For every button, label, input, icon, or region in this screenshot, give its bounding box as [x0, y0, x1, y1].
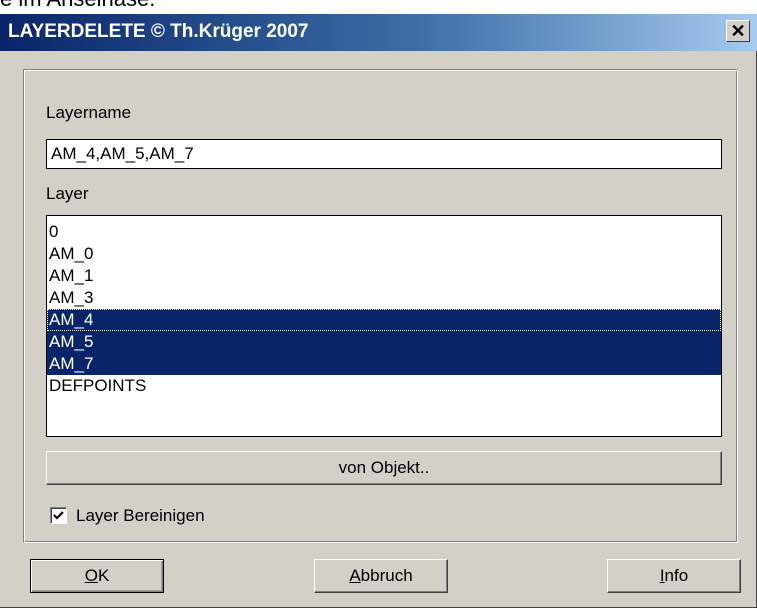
purge-layer-checkbox[interactable]	[50, 507, 67, 524]
title-bar[interactable]: LAYERDELETE © Th.Krüger 2007 ✕	[0, 14, 757, 51]
ok-button[interactable]: OK	[30, 559, 164, 593]
checkmark-icon	[53, 511, 64, 520]
close-icon: ✕	[730, 21, 746, 41]
layername-label: Layername	[46, 103, 132, 122]
from-object-button-label: von Objekt..	[338, 458, 430, 477]
layer-list-item[interactable]: DEFPOINTS	[47, 375, 721, 397]
layer-list-item[interactable]: AM_7	[47, 353, 721, 375]
layer-list-item[interactable]: AM_0	[47, 243, 721, 265]
layer-list-item[interactable]: AM_4	[47, 309, 721, 331]
ok-button-label: OK	[84, 566, 110, 585]
layerdelete-dialog: LAYERDELETE © Th.Krüger 2007 ✕ Layername…	[0, 14, 757, 608]
layer-list-item[interactable]: AM_5	[47, 331, 721, 353]
layer-list-item[interactable]: 0	[47, 221, 721, 243]
cancel-button[interactable]: Abbruch	[314, 559, 448, 593]
layername-input[interactable]	[46, 139, 722, 169]
layer-list-item[interactable]: AM_3	[47, 287, 721, 309]
close-button[interactable]: ✕	[726, 20, 750, 42]
info-button[interactable]: Info	[607, 559, 741, 593]
background-text: e im Anseinase.	[0, 0, 155, 12]
layer-listbox[interactable]: 0 AM_0 AM_1 AM_3 AM_4 AM_5 AM_7 DEFPOINTS	[46, 215, 722, 437]
layer-list-item[interactable]: AM_1	[47, 265, 721, 287]
layer-label: Layer	[46, 184, 89, 203]
background-window-fragment: e im Anseinase.	[0, 0, 757, 14]
window-title: LAYERDELETE © Th.Krüger 2007	[8, 21, 309, 42]
purge-layer-label: Layer Bereinigen	[76, 506, 205, 525]
info-button-label: Info	[659, 566, 689, 585]
cancel-button-label: Abbruch	[349, 566, 413, 585]
from-object-button[interactable]: von Objekt..	[46, 451, 722, 485]
